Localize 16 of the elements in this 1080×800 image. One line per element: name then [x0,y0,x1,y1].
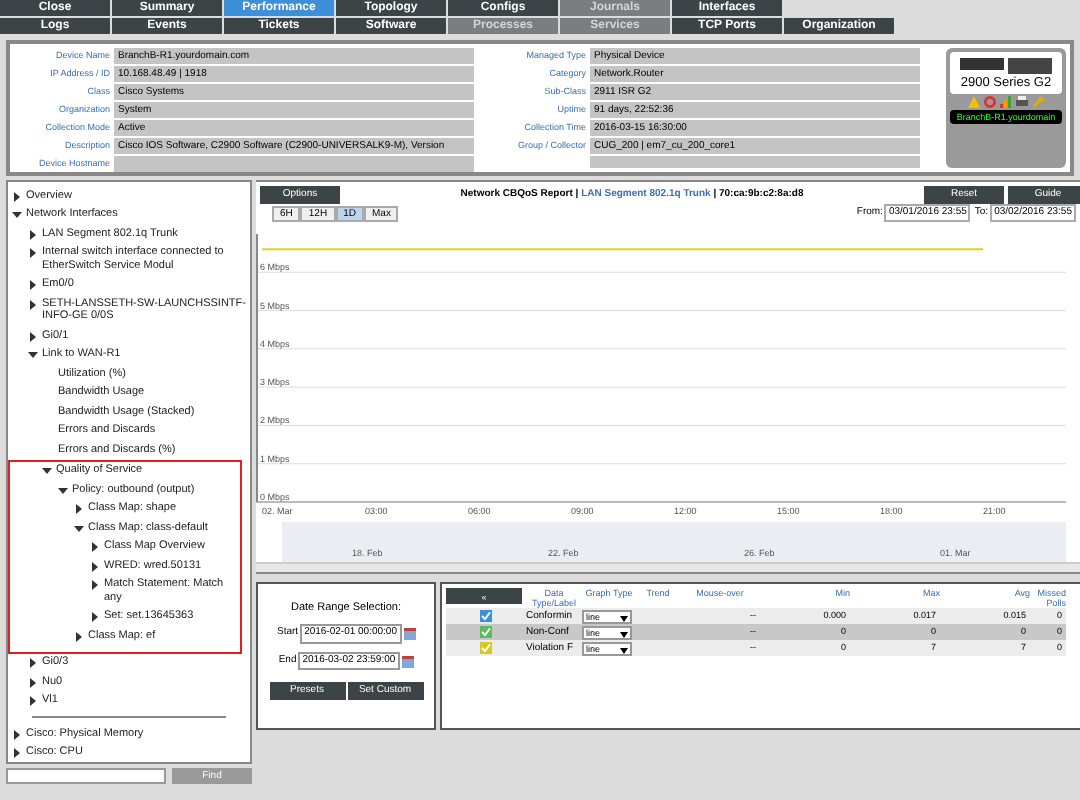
series-checkbox[interactable] [480,610,492,622]
expanded-triangle-icon[interactable] [28,350,38,360]
search-field[interactable] [6,768,166,784]
router-image [960,58,1052,74]
series-checkbox[interactable] [480,626,492,638]
collapsed-triangle-icon[interactable] [28,331,38,341]
caret-icon[interactable] [620,647,628,653]
expanded-triangle-icon[interactable] [12,210,22,220]
collapsed-triangle-icon[interactable] [12,191,22,201]
printer-icon[interactable] [1016,96,1028,108]
calendar-icon[interactable] [401,655,414,667]
series-checkbox[interactable] [480,642,492,654]
scrollbar[interactable] [256,562,1080,572]
calendar-icon[interactable] [403,628,415,640]
collapsed-triangle-icon[interactable] [74,504,84,514]
expanded-triangle-icon[interactable] [74,523,84,533]
